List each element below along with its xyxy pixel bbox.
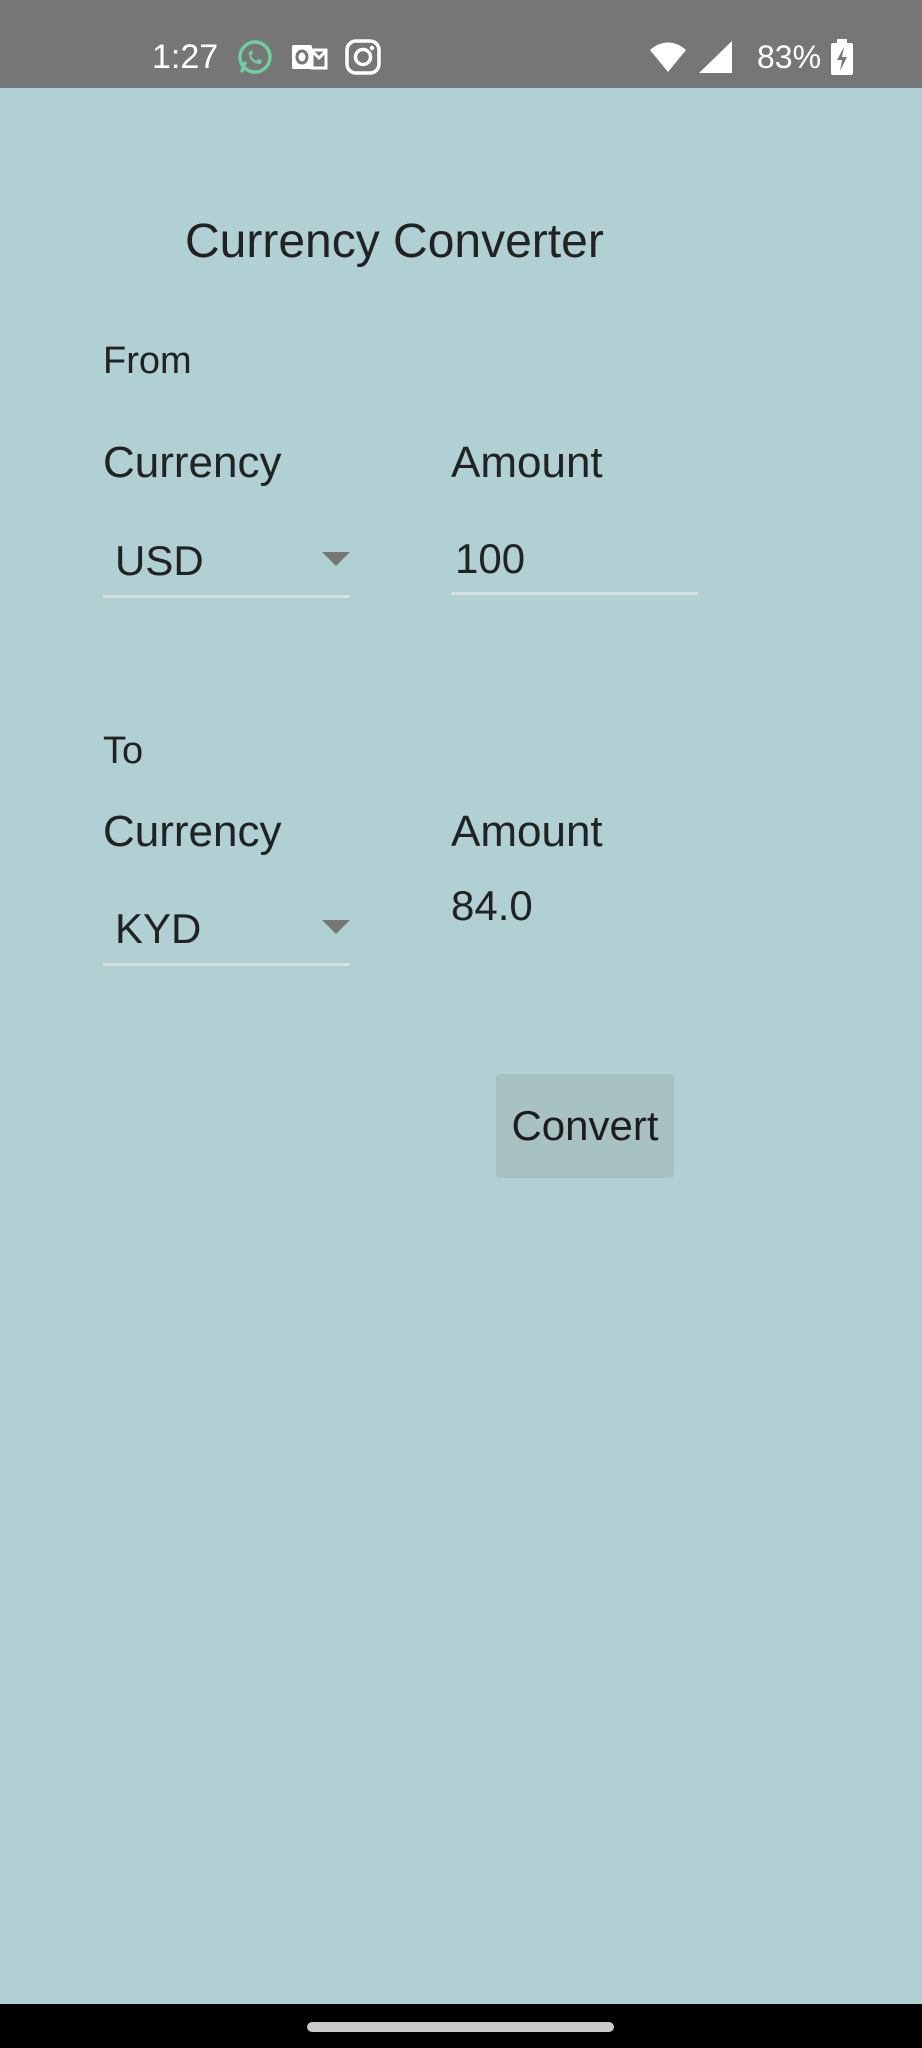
- to-currency-value: KYD: [115, 905, 202, 952]
- wifi-icon: [650, 42, 686, 72]
- instagram-icon: [345, 39, 381, 75]
- status-bar: 1:27 83%: [0, 0, 922, 88]
- home-gesture-handle[interactable]: [307, 2022, 614, 2032]
- signal-icon: [699, 41, 732, 73]
- to-amount-value: 84.0: [451, 882, 533, 929]
- to-amount-label: Amount: [451, 807, 603, 856]
- to-section-label: To: [103, 730, 144, 772]
- from-currency-dropdown[interactable]: USD: [103, 525, 350, 598]
- battery-percent: 83%: [757, 39, 822, 75]
- convert-button[interactable]: Convert: [496, 1074, 674, 1178]
- from-amount-input[interactable]: [451, 525, 698, 595]
- from-currency-value: USD: [115, 537, 204, 584]
- dropdown-arrow-icon: [322, 920, 350, 934]
- whatsapp-icon: [238, 40, 272, 74]
- outlook-icon: [292, 45, 328, 70]
- to-currency-dropdown[interactable]: KYD: [103, 893, 350, 966]
- dropdown-arrow-icon: [322, 552, 350, 566]
- to-currency-label: Currency: [103, 807, 282, 856]
- status-time: 1:27: [152, 38, 219, 76]
- battery-charging-icon: [831, 39, 853, 75]
- from-currency-label: Currency: [103, 438, 282, 487]
- from-amount-label: Amount: [451, 438, 603, 487]
- from-section-label: From: [103, 340, 192, 382]
- navigation-bar: [0, 2004, 922, 2048]
- page-title: Currency Converter: [185, 215, 604, 268]
